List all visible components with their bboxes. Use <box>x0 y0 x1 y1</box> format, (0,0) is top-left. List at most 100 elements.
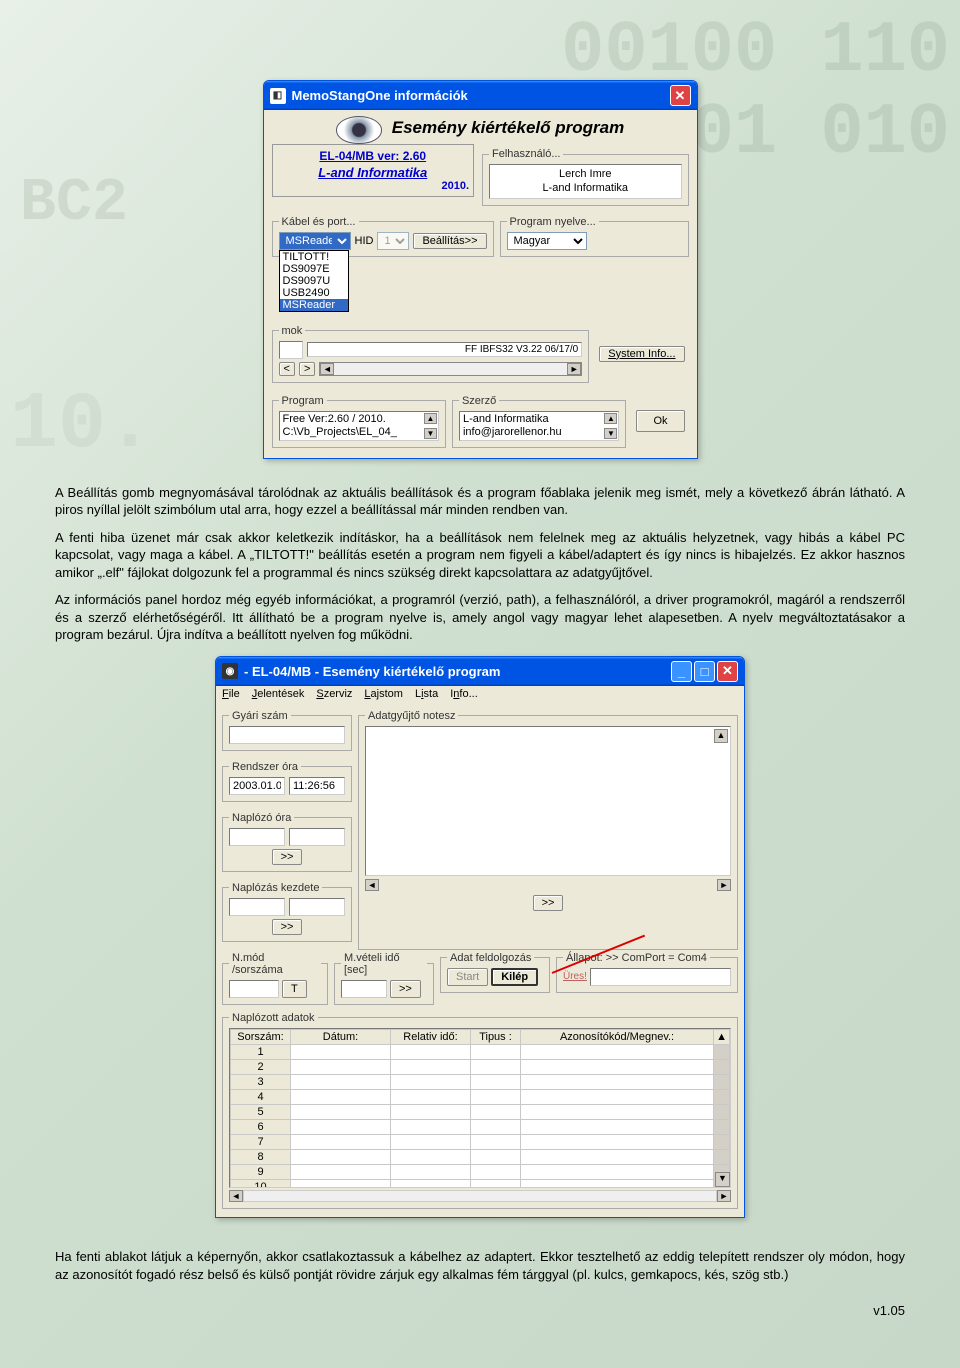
mvetel-fieldset: M.vételi idő [sec] >> <box>334 952 434 1005</box>
close-button[interactable]: ✕ <box>670 85 691 106</box>
cable-combo[interactable]: MSReader <box>279 232 351 250</box>
t-button[interactable]: T <box>282 980 307 998</box>
hid-combo[interactable]: 1 <box>377 232 409 250</box>
titlebar: ◧ MemoStangOne információk ✕ <box>264 81 697 110</box>
drivers-next[interactable]: > <box>299 362 315 376</box>
nmod-fieldset: N.mód /sorszáma T <box>222 952 328 1005</box>
drivers-text: FF IBFS32 V3.22 06/17/0 <box>307 342 583 357</box>
naplkezd-fieldset: Naplózás kezdete >> <box>222 882 352 942</box>
nmod-input[interactable] <box>229 980 279 998</box>
user-name: Lerch Imre <box>496 167 675 181</box>
menu-lista[interactable]: Lista <box>415 688 438 700</box>
sb-left-icon[interactable]: ◄ <box>365 879 379 891</box>
naplozo-dbl-button[interactable]: >> <box>272 849 303 865</box>
sb-right-icon[interactable]: ► <box>717 879 731 891</box>
dd-usb2490[interactable]: USB2490 <box>280 287 348 299</box>
start-button[interactable]: Start <box>447 968 488 986</box>
sb-left-icon[interactable]: ◄ <box>320 363 334 375</box>
notes-dbl-button[interactable]: >> <box>533 895 564 911</box>
hscroll-right-icon[interactable]: ► <box>717 1190 731 1202</box>
maximize-button[interactable]: □ <box>694 661 715 682</box>
table-row[interactable]: 6 <box>231 1119 730 1134</box>
table-row[interactable]: 4 <box>231 1089 730 1104</box>
dialog-title: MemoStangOne információk <box>292 88 468 103</box>
col-scroll[interactable]: ▲ <box>714 1029 730 1044</box>
rendszer-fieldset: Rendszer óra <box>222 761 352 802</box>
program-l1: Free Ver:2.60 / 2010. <box>283 413 435 426</box>
gyari-input[interactable] <box>229 726 345 744</box>
scroll-down-icon[interactable]: ▼ <box>604 428 617 439</box>
menu-szerviz[interactable]: Szerviz <box>316 688 352 700</box>
menu-lajstom[interactable]: Lajstom <box>364 688 403 700</box>
rendszer-date[interactable] <box>229 777 285 795</box>
mvetel-dbl-button[interactable]: >> <box>390 980 421 998</box>
naplkezd-dbl-button[interactable]: >> <box>272 919 303 935</box>
col-azon[interactable]: Azonosítókód/Megnev.: <box>521 1029 714 1044</box>
lang-combo[interactable]: Magyar <box>507 232 587 250</box>
naplozo-legend: Naplózó óra <box>229 812 294 824</box>
window-title: - EL-04/MB - Esemény kiértékelő program <box>244 664 500 679</box>
menubar: File Jelentések Szerviz Lajstom Lista In… <box>216 686 744 702</box>
scroll-down-icon[interactable]: ▼ <box>715 1172 730 1187</box>
allapot-input[interactable] <box>590 968 731 986</box>
rendszer-legend: Rendszer óra <box>229 761 301 773</box>
program-legend: Program <box>279 395 327 407</box>
naplkezd-legend: Naplózás kezdete <box>229 882 322 894</box>
naplozo-fieldset: Naplózó óra >> <box>222 812 352 872</box>
notes-textarea[interactable]: ▲ <box>365 726 731 876</box>
paragraph-3: Az információs panel hordoz még egyéb in… <box>55 591 905 644</box>
user-company: L-and Informatika <box>496 181 675 195</box>
col-tipus[interactable]: Tipus : <box>471 1029 521 1044</box>
naplozo-time[interactable] <box>289 828 345 846</box>
sb-right-icon[interactable]: ► <box>567 363 581 375</box>
user-fieldset: Felhasználó... Lerch Imre L-and Informat… <box>482 148 689 206</box>
hscroll-left-icon[interactable]: ◄ <box>229 1190 243 1202</box>
table-row[interactable]: 8 <box>231 1149 730 1164</box>
menu-info[interactable]: Info... <box>450 688 478 700</box>
lang-fieldset: Program nyelve... Magyar <box>500 216 689 257</box>
ver-line3: 2010. <box>277 180 470 192</box>
rendszer-time[interactable] <box>289 777 345 795</box>
dd-tiltott[interactable]: TILTOTT! <box>280 251 348 263</box>
ver-line2: L-and Informatika <box>277 165 470 180</box>
close-button[interactable]: ✕ <box>717 661 738 682</box>
paragraph-4: Ha fenti ablakot látjuk a képernyőn, akk… <box>55 1248 905 1283</box>
main-title: Esemény kiértékelő program <box>392 116 624 144</box>
sysinfo-button[interactable]: System Info... <box>599 346 684 362</box>
menu-jelentesek[interactable]: Jelentések <box>252 688 305 700</box>
kilep-button[interactable]: Kilép <box>491 968 538 986</box>
mvetel-input[interactable] <box>341 980 387 998</box>
table-row[interactable]: 9 <box>231 1164 730 1179</box>
table-row[interactable]: 2 <box>231 1059 730 1074</box>
dd-msreader[interactable]: MSReader <box>280 299 348 311</box>
col-datum[interactable]: Dátum: <box>291 1029 391 1044</box>
table-row[interactable]: 7 <box>231 1134 730 1149</box>
scroll-up-icon[interactable]: ▲ <box>604 413 617 424</box>
naplkezd-time[interactable] <box>289 898 345 916</box>
table-row[interactable]: 5 <box>231 1104 730 1119</box>
drivers-prev[interactable]: < <box>279 362 295 376</box>
naplozo-date[interactable] <box>229 828 285 846</box>
settings-button[interactable]: Beállítás>> <box>413 233 486 249</box>
author-legend: Szerző <box>459 395 499 407</box>
version-box: EL-04/MB ver: 2.60 L-and Informatika 201… <box>272 144 475 197</box>
data-table[interactable]: Sorszám: Dátum: Relativ idő: Tipus : Azo… <box>229 1028 731 1188</box>
gyari-legend: Gyári szám <box>229 710 291 722</box>
scroll-down-icon[interactable]: ▼ <box>424 428 437 439</box>
dd-ds9097e[interactable]: DS9097E <box>280 263 348 275</box>
dd-ds9097u[interactable]: DS9097U <box>280 275 348 287</box>
naplkezd-date[interactable] <box>229 898 285 916</box>
scroll-up-icon[interactable]: ▲ <box>424 413 437 424</box>
menu-file[interactable]: File <box>222 688 240 700</box>
minimize-button[interactable]: _ <box>671 661 692 682</box>
user-legend: Felhasználó... <box>489 148 563 160</box>
cable-dropdown-list[interactable]: TILTOTT! DS9097E DS9097U USB2490 MSReade… <box>279 250 349 312</box>
col-relativ[interactable]: Relativ idő: <box>391 1029 471 1044</box>
table-row[interactable]: 3 <box>231 1074 730 1089</box>
scroll-up-icon[interactable]: ▲ <box>714 729 728 743</box>
col-sorszam[interactable]: Sorszám: <box>231 1029 291 1044</box>
drivers-idx[interactable] <box>279 341 303 359</box>
ok-button[interactable]: Ok <box>636 410 684 432</box>
table-row[interactable]: 10 <box>231 1179 730 1188</box>
table-row[interactable]: 1 <box>231 1044 730 1059</box>
